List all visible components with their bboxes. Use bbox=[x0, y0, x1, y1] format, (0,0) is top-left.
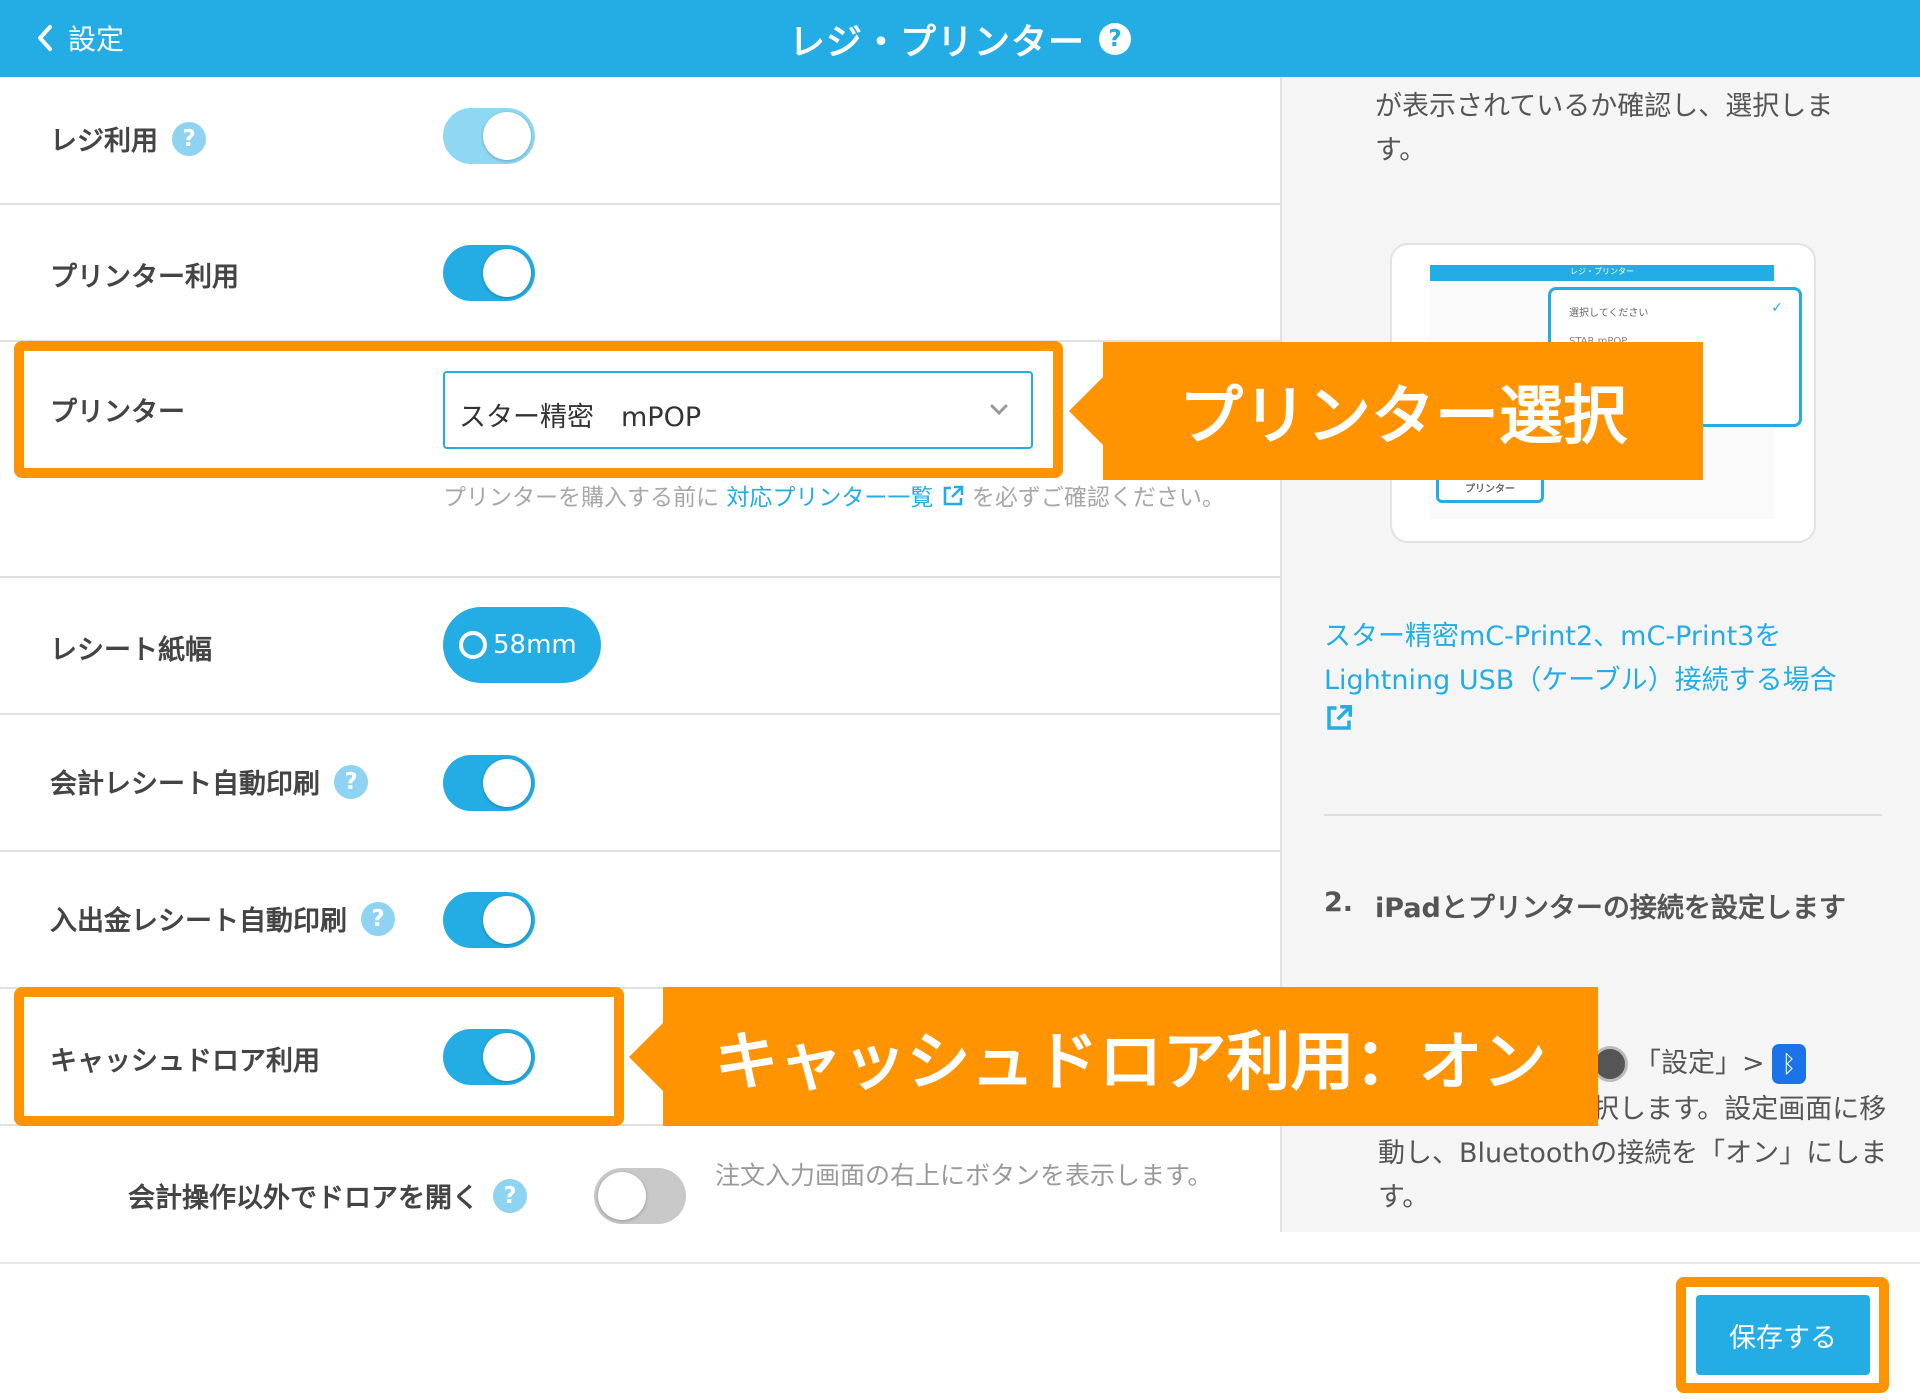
step-number: 2. bbox=[1324, 887, 1354, 918]
toggle-knob bbox=[483, 759, 531, 807]
auto-print-cash-toggle[interactable] bbox=[443, 892, 535, 948]
cash-drawer-callout: キャッシュドロア利用：オン bbox=[629, 987, 1598, 1126]
footer-bar bbox=[0, 1262, 1920, 1400]
save-button-highlight bbox=[1676, 1277, 1889, 1393]
register-use-text: レジ利用 bbox=[50, 126, 158, 157]
register-use-toggle[interactable] bbox=[443, 108, 535, 164]
row-register-use: レジ利用 ? bbox=[0, 77, 1280, 205]
title-wrap: レジ・プリンター ? bbox=[0, 0, 1920, 77]
open-drawer-other-label: 会計操作以外でドロアを開く ? bbox=[128, 1176, 527, 1215]
toggle-knob bbox=[483, 112, 531, 160]
auto-print-cash-label: 入出金レシート自動印刷 ? bbox=[50, 899, 395, 938]
toggle-knob bbox=[598, 1172, 646, 1220]
open-drawer-other-text: 会計操作以外でドロアを開く bbox=[128, 1183, 479, 1214]
illus-printer-label: プリンター bbox=[1465, 483, 1515, 495]
cash-drawer-highlight bbox=[14, 987, 624, 1126]
step-title: iPadとプリンターの接続を設定します bbox=[1375, 893, 1846, 924]
open-drawer-other-toggle[interactable] bbox=[594, 1168, 686, 1224]
nav-header: レジ・プリンター ? 設定 bbox=[0, 0, 1920, 77]
page-title: レジ・プリンター bbox=[788, 21, 1085, 63]
printer-row-highlight bbox=[14, 341, 1063, 478]
external-link-icon bbox=[1327, 705, 1352, 730]
help-icon[interactable]: ? bbox=[172, 121, 206, 156]
auto-print-cash-text: 入出金レシート自動印刷 bbox=[50, 906, 347, 937]
auto-print-checkout-label: 会計レシート自動印刷 ? bbox=[50, 762, 368, 801]
printer-use-label: プリンター利用 bbox=[50, 262, 239, 293]
toggle-knob bbox=[483, 896, 531, 944]
illus-header-title: レジ・プリンター bbox=[1570, 267, 1634, 276]
lightning-usb-link-text: スター精密mC-Print2、mC-Print3をLightning USB（ケ… bbox=[1324, 621, 1837, 696]
step-body-line1: 「設定」> bbox=[1634, 1048, 1765, 1079]
compatible-printers-link-text: 対応プリンター一覧 bbox=[726, 485, 934, 511]
row-auto-print-cash: 入出金レシート自動印刷 ? bbox=[0, 852, 1280, 989]
row-printer-use: プリンター利用 bbox=[0, 205, 1280, 342]
illus-header-bar: レジ・プリンター bbox=[1430, 265, 1774, 281]
external-link-icon bbox=[943, 485, 963, 506]
printer-note: プリンターを購入する前に 対応プリンター一覧 を必ずご確認ください。 bbox=[443, 480, 1233, 517]
printer-note-before: プリンターを購入する前に bbox=[443, 485, 727, 511]
back-label: 設定 bbox=[68, 23, 125, 56]
compatible-printers-link[interactable]: 対応プリンター一覧 bbox=[726, 485, 964, 511]
row-auto-print-checkout: 会計レシート自動印刷 ? bbox=[0, 715, 1280, 852]
help-icon[interactable]: ? bbox=[1099, 22, 1131, 55]
help-icon[interactable]: ? bbox=[493, 1178, 527, 1213]
printer-select-callout: プリンター選択 bbox=[1069, 342, 1703, 480]
help-icon[interactable]: ? bbox=[361, 901, 395, 936]
toggle-knob bbox=[483, 249, 531, 297]
lightning-usb-link[interactable]: スター精密mC-Print2、mC-Print3をLightning USB（ケ… bbox=[1324, 615, 1884, 747]
printer-use-toggle[interactable] bbox=[443, 245, 535, 301]
help-icon[interactable]: ? bbox=[334, 764, 368, 799]
radio-circle-icon bbox=[459, 631, 487, 659]
auto-print-checkout-toggle[interactable] bbox=[443, 755, 535, 811]
back-button[interactable]: 設定 bbox=[36, 18, 124, 58]
receipt-width-58mm-option[interactable]: 58mm bbox=[443, 607, 601, 683]
row-receipt-width: レシート紙幅 bbox=[0, 578, 1280, 715]
check-icon: ✓ bbox=[1771, 300, 1783, 316]
printer-note-after: を必ずご確認ください。 bbox=[964, 485, 1225, 511]
chevron-left-icon bbox=[38, 25, 52, 51]
divider bbox=[1324, 814, 1882, 816]
receipt-width-label: レシート紙幅 bbox=[50, 635, 212, 666]
bluetooth-icon: ᛒ bbox=[1772, 1044, 1806, 1084]
auto-print-checkout-text: 会計レシート自動印刷 bbox=[50, 769, 320, 800]
receipt-width-value: 58mm bbox=[493, 630, 577, 660]
register-use-label: レジ利用 ? bbox=[50, 119, 206, 158]
help-intro-text: が表示されているか確認し、選択します。 bbox=[1375, 91, 1834, 166]
illus-select-text: 選択してください bbox=[1569, 308, 1649, 319]
open-drawer-note: 注文入力画面の右上にボタンを表示します。 bbox=[715, 1161, 1213, 1190]
